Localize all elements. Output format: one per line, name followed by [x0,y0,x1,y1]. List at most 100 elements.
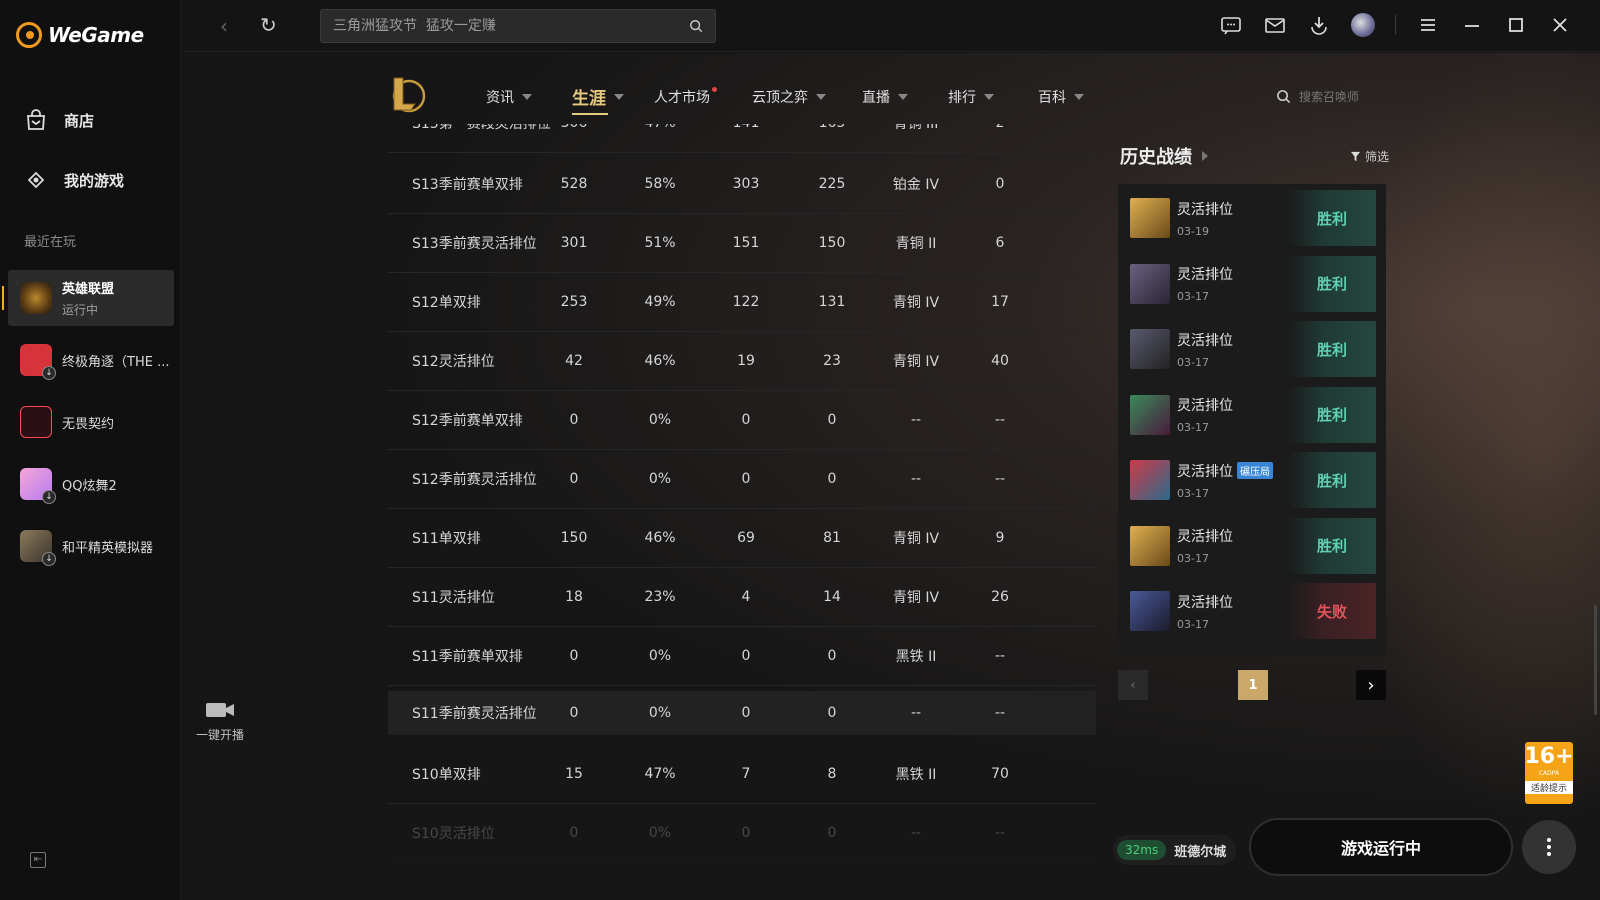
sidebar-game-the-finals[interactable]: ↓ 终极角逐（THE ... [8,332,174,388]
age-tip: 适龄提示 [1525,781,1573,794]
close-icon[interactable] [1548,13,1572,37]
match-mode-label: 灵活排位 [1177,267,1233,283]
search-icon[interactable] [689,19,703,33]
tab-career[interactable]: 生涯 [572,84,624,115]
next-page-button[interactable]: › [1356,670,1386,700]
champion-avatar [1130,525,1170,566]
game-running-button[interactable]: 游戏运行中 [1249,818,1513,876]
match-info: 灵活排位 03-17 [1177,264,1288,303]
table-cell: -- [910,471,922,487]
table-row[interactable]: S13季前赛灵活排位 301 51% 151 150 青铜 II 6 [388,214,1096,273]
age-rating-badge[interactable]: 16+ CADPA 适龄提示 [1524,742,1574,804]
match-item[interactable]: 灵活排位 03-17 胜利 [1130,386,1376,444]
match-mode: 灵活排位 [1177,264,1288,284]
page-number-button[interactable]: 1 [1238,670,1268,700]
champion-avatar [1130,198,1170,238]
match-info: 灵活排位 03-17 [1177,330,1288,369]
one-click-live-button[interactable]: 一键开播 [192,700,248,743]
wegame-logo[interactable]: WeGame [16,22,144,48]
champion-avatar [1130,329,1170,369]
tab-ranking[interactable]: 排行 [948,87,994,107]
minimize-icon[interactable] [1460,13,1484,37]
sidebar-item-my-games[interactable]: 我的游戏 [24,168,124,192]
sidebar-game-peace-elite[interactable]: ↓ 和平精英模拟器 [8,518,174,574]
refresh-icon[interactable]: ↻ [260,13,277,37]
match-result: 胜利 [1288,255,1376,312]
lol-nav: 资讯 生涯 人才市场 云顶之弈 直播 排行 百科 搜索召唤师 [388,70,1388,122]
table-cell: 165 [802,124,862,131]
table-row[interactable]: S12季前赛灵活排位 0 0% 0 0 -- -- [388,450,1096,509]
lol-logo-icon[interactable] [388,74,426,114]
match-item[interactable]: 灵活排位 碾压局 03-17 胜利 [1130,451,1376,509]
more-options-button[interactable] [1522,820,1576,874]
table-row[interactable]: S13季前赛单双排 528 58% 303 225 铂金 IV 0 [388,155,1096,214]
table-cell: 47% [644,766,676,782]
tab-live[interactable]: 直播 [862,87,908,107]
table-cell: 青铜 IV [892,531,940,547]
tab-news[interactable]: 资讯 [486,87,532,107]
table-cell: 49% [644,294,676,310]
match-item[interactable]: 灵活排位 03-17 胜利 [1130,320,1376,378]
match-mode: 灵活排位 [1177,199,1288,219]
table-cell: 9 [995,530,1005,546]
champion-avatar [1130,394,1170,435]
tab-tft[interactable]: 云顶之弈 [752,87,826,107]
wegame-logo-icon [16,22,42,48]
prev-page-button[interactable]: ‹ [1118,670,1148,700]
sidebar-game-qq-dance[interactable]: ↓ QQ炫舞2 [8,456,174,512]
table-row[interactable]: S11季前赛灵活排位 0 0% 0 0 -- -- [388,691,1096,735]
match-result: 胜利 [1288,452,1376,508]
match-item[interactable]: 灵活排位 03-17 胜利 [1130,517,1376,575]
table-row[interactable]: S13第一赛段灵活排位306 47% 141 165 青铜 III 2 [388,124,1096,153]
table-cell: 0 [827,471,837,487]
table-row[interactable]: S11单双排 150 46% 69 81 青铜 IV 9 [388,509,1096,568]
table-row[interactable]: S10灵活排位 0 0% 0 0 -- -- [388,804,1096,863]
global-search[interactable] [320,9,716,43]
table-cell: 14 [823,589,841,605]
chat-icon[interactable] [1219,13,1243,37]
table-cell: 150 [818,235,846,251]
table-cell: 0% [648,825,672,841]
match-item[interactable]: 灵活排位 03-17 失败 [1130,582,1376,640]
tab-label-wrap: 人才市场 [654,87,717,107]
match-item[interactable]: 灵活排位 03-17 胜利 [1130,255,1376,313]
table-cell: -- [994,648,1006,664]
sidebar-game-valorant[interactable]: 无畏契约 [8,394,174,450]
filter-label: 筛选 [1365,150,1390,164]
maximize-icon[interactable] [1504,13,1528,37]
search-input[interactable] [333,18,689,34]
filter-button[interactable]: 筛选 [1350,148,1389,165]
table-row[interactable]: S12单双排 253 49% 122 131 青铜 IV 17 [388,273,1096,332]
server-status[interactable]: 32ms 班德尔城 [1113,835,1237,865]
back-icon[interactable]: ‹ [220,14,228,38]
peace-elite-game-icon: ↓ [20,530,56,566]
scrollbar[interactable] [1594,605,1597,715]
collapse-sidebar-icon[interactable]: ⇤ [30,852,46,868]
tab-talent-market[interactable]: 人才市场 [654,87,717,107]
table-cell: 0 [741,471,751,487]
match-mode-label: 灵活排位 [1177,529,1233,545]
qq-dance-game-icon: ↓ [20,468,56,504]
season-name: S12灵活排位 [412,354,495,370]
table-row[interactable]: S12灵活排位 42 46% 19 23 青铜 IV 40 [388,332,1096,391]
table-row[interactable]: S11季前赛单双排 0 0% 0 0 黑铁 II -- [388,627,1096,686]
user-avatar[interactable] [1351,13,1375,37]
table-row[interactable]: S10单双排 15 47% 7 8 黑铁 II 70 [388,745,1096,804]
table-row[interactable]: S12季前赛单双排 0 0% 0 0 -- -- [388,391,1096,450]
table-row[interactable]: S11灵活排位 18 23% 4 14 青铜 IV 26 [388,568,1096,627]
table-cell: 47% [630,124,690,131]
table-cell: 301 [560,235,588,251]
game-name: 终极角逐（THE ... [62,354,170,370]
download-manager-icon[interactable] [1307,13,1331,37]
mail-icon[interactable] [1263,13,1287,37]
summoner-search[interactable]: 搜索召唤师 [1276,88,1359,105]
table-cell: 42 [565,353,583,369]
tab-wiki[interactable]: 百科 [1038,87,1084,107]
filter-icon [1350,151,1361,162]
history-title[interactable]: 历史战绩 [1120,143,1208,169]
sidebar-game-lol[interactable]: 英雄联盟 运行中 [2,270,174,326]
menu-icon[interactable] [1416,13,1440,37]
sidebar-item-shop[interactable]: 商店 [24,108,94,132]
table-cell: 0 [741,825,751,841]
match-item[interactable]: 灵活排位 03-19 胜利 [1130,189,1376,247]
